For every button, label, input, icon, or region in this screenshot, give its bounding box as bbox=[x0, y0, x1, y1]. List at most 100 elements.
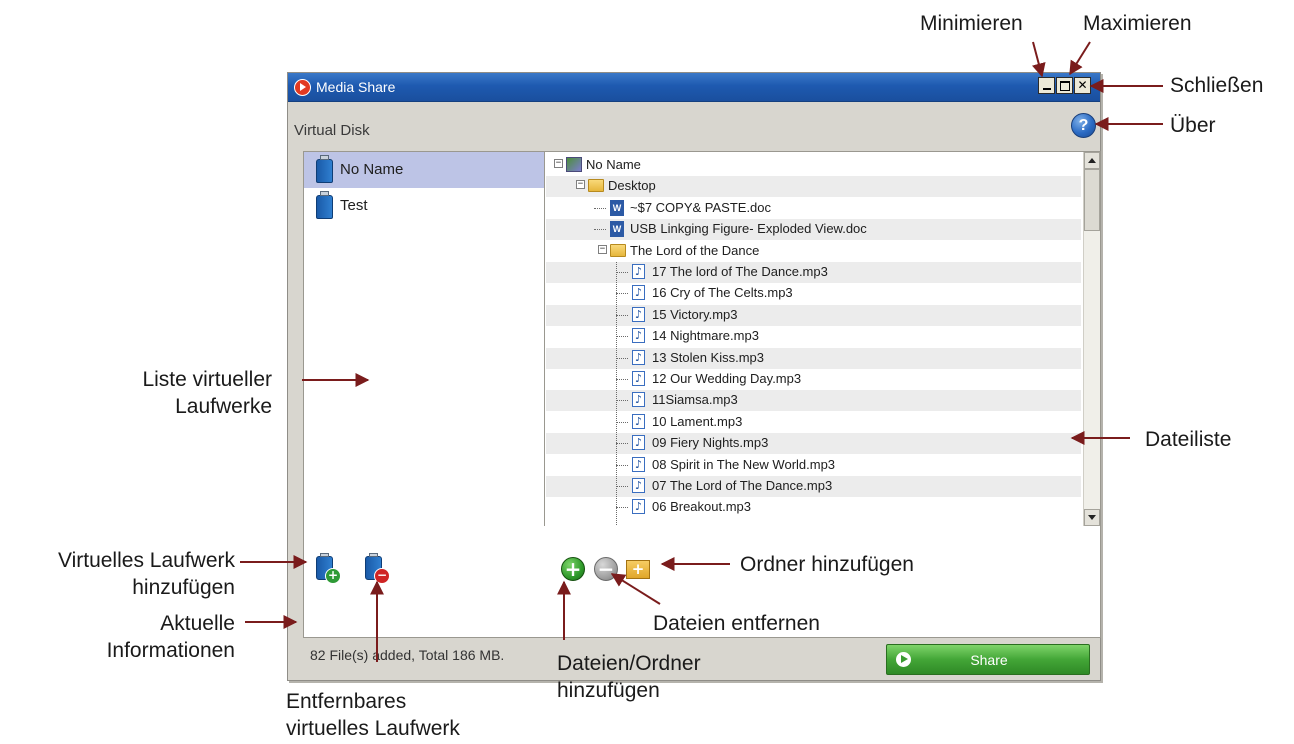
callout-line: Virtuelles Laufwerk bbox=[57, 549, 235, 572]
tree-connector bbox=[616, 293, 628, 295]
collapse-toggle-icon[interactable]: − bbox=[576, 180, 585, 190]
callout-about: Über bbox=[1170, 114, 1216, 137]
callout-line: Entfernbares bbox=[286, 690, 407, 713]
tree-label: 07 The Lord of The Dance.mp3 bbox=[652, 478, 833, 493]
tree-row[interactable]: USB Linkging Figure- Exploded View.doc bbox=[546, 219, 1081, 241]
remove-virtual-drive-button[interactable]: − bbox=[365, 553, 390, 584]
callout-add-files: Dateien/Ordner hinzufügen bbox=[557, 650, 701, 704]
callout-close: Schließen bbox=[1170, 74, 1264, 97]
usb-drive-icon bbox=[316, 155, 333, 183]
maximize-icon bbox=[1060, 81, 1070, 91]
close-icon: ✕ bbox=[1077, 78, 1088, 92]
tree-connector bbox=[594, 207, 606, 209]
tree-label: ~$7 COPY& PASTE.doc bbox=[630, 199, 772, 215]
callout-file-list: Dateiliste bbox=[1145, 428, 1232, 451]
minus-icon: − bbox=[597, 557, 615, 581]
callout-removable-drive: Entfernbares virtuelles Laufwerk bbox=[286, 688, 460, 742]
scroll-up-button[interactable] bbox=[1084, 152, 1100, 169]
scroll-down-button[interactable] bbox=[1084, 509, 1100, 526]
callout-line: Laufwerke bbox=[175, 395, 272, 418]
tree-row[interactable]: ♪ 06 Breakout.mp3 bbox=[546, 497, 1081, 518]
callout-line: hinzufügen bbox=[557, 679, 660, 702]
callout-drive-list: Liste virtueller Laufwerke bbox=[96, 366, 272, 420]
tree-connector bbox=[616, 464, 628, 466]
maximize-button[interactable] bbox=[1056, 77, 1073, 94]
tree-label: 17 The lord of The Dance.mp3 bbox=[652, 264, 828, 279]
share-label: Share bbox=[970, 652, 1008, 668]
music-note-icon: ♪ bbox=[632, 392, 645, 408]
tree-label: 06 Breakout.mp3 bbox=[652, 499, 752, 515]
drive-item[interactable]: No Name bbox=[304, 152, 544, 188]
tree-row[interactable]: ♪ 08 Spirit in The New World.mp3 bbox=[546, 455, 1081, 476]
music-note-icon: ♪ bbox=[632, 499, 645, 515]
plus-icon: + bbox=[325, 568, 341, 584]
tree-row[interactable]: ♪ 09 Fiery Nights.mp3 bbox=[546, 433, 1081, 455]
help-button[interactable]: ? bbox=[1071, 113, 1096, 138]
music-note-icon: ♪ bbox=[632, 306, 645, 322]
callout-remove-files: Dateien entfernen bbox=[653, 612, 820, 635]
status-text: 82 File(s) added, Total 186 MB. bbox=[310, 647, 505, 663]
collapse-toggle-icon[interactable]: − bbox=[598, 244, 607, 254]
tree-row[interactable]: ~$7 COPY& PASTE.doc bbox=[546, 198, 1081, 219]
music-note-icon: ♪ bbox=[632, 413, 645, 429]
folder-icon bbox=[588, 179, 604, 193]
tree-label: 11Siamsa.mp3 bbox=[652, 392, 738, 408]
tree-row[interactable]: ♪ 14 Nightmare.mp3 bbox=[546, 326, 1081, 347]
drive-item[interactable]: Test bbox=[304, 188, 544, 224]
music-note-icon: ♪ bbox=[632, 349, 645, 365]
music-note-icon: ♪ bbox=[632, 435, 645, 451]
music-note-icon: ♪ bbox=[632, 371, 645, 386]
tree-label: The Lord of the Dance bbox=[630, 242, 760, 258]
drive-icon bbox=[566, 157, 582, 172]
tree-row[interactable]: ♪ 13 Stolen Kiss.mp3 bbox=[546, 347, 1081, 369]
tree-row[interactable]: ♪ 10 Lament.mp3 bbox=[546, 412, 1081, 433]
add-files-button[interactable]: + bbox=[561, 557, 585, 581]
tree-connector bbox=[616, 272, 628, 273]
callout-current-info: Aktuelle Informationen bbox=[90, 610, 235, 664]
tree-connector bbox=[616, 421, 628, 423]
collapse-toggle-icon[interactable]: − bbox=[554, 159, 563, 168]
tree-connector bbox=[616, 314, 628, 316]
vertical-scrollbar[interactable] bbox=[1083, 152, 1100, 526]
tree-label: USB Linkging Figure- Exploded View.doc bbox=[630, 221, 867, 237]
content-panel: No Name Test −No Name−Desktop~$7 COPY& P… bbox=[303, 151, 1101, 638]
callout-maximize: Maximieren bbox=[1083, 12, 1192, 35]
tree-connector bbox=[616, 262, 617, 526]
callout-add-drive: Virtuelles Laufwerk hinzufügen bbox=[5, 547, 235, 601]
tree-label: 10 Lament.mp3 bbox=[652, 413, 743, 429]
tree-row[interactable]: ♪ 16 Cry of The Celts.mp3 bbox=[546, 283, 1081, 304]
music-note-icon: ♪ bbox=[632, 478, 645, 493]
tree-row[interactable]: ♪ 12 Our Wedding Day.mp3 bbox=[546, 369, 1081, 390]
file-list-tree[interactable]: −No Name−Desktop~$7 COPY& PASTE.doc USB L… bbox=[546, 152, 1100, 526]
word-document-icon bbox=[610, 221, 624, 238]
word-document-icon bbox=[610, 199, 624, 216]
drive-label: No Name bbox=[340, 161, 404, 178]
tree-connector bbox=[594, 229, 606, 231]
scroll-thumb[interactable] bbox=[1084, 169, 1100, 231]
tree-row[interactable]: − The Lord of the Dance bbox=[546, 241, 1081, 262]
tree-connector bbox=[616, 507, 628, 509]
tree-label: 16 Cry of The Celts.mp3 bbox=[652, 285, 793, 301]
tree-row[interactable]: ♪ 15 Victory.mp3 bbox=[546, 304, 1081, 326]
folder-icon bbox=[610, 243, 626, 257]
window-title: Media Share bbox=[316, 79, 396, 95]
share-button[interactable]: Share bbox=[886, 644, 1090, 675]
tree-row[interactable]: − Desktop bbox=[546, 176, 1081, 198]
tree-row[interactable]: ♪ 07 The Lord of The Dance.mp3 bbox=[546, 476, 1081, 497]
remove-files-button[interactable]: − bbox=[594, 557, 618, 581]
tree-label: 13 Stolen Kiss.mp3 bbox=[652, 349, 765, 365]
tree-row[interactable]: ♪ 17 The lord of The Dance.mp3 bbox=[546, 262, 1081, 283]
music-note-icon: ♪ bbox=[632, 285, 645, 301]
tree-row[interactable]: ♪ 11Siamsa.mp3 bbox=[546, 390, 1081, 412]
virtual-drive-list[interactable]: No Name Test bbox=[304, 152, 545, 526]
callout-line: hinzufügen bbox=[132, 576, 235, 599]
add-virtual-drive-button[interactable]: + bbox=[316, 553, 341, 584]
title-bar[interactable]: Media Share ✕ bbox=[288, 73, 1100, 102]
callout-line: virtuelles Laufwerk bbox=[286, 717, 460, 740]
tree-label: 09 Fiery Nights.mp3 bbox=[652, 435, 769, 451]
minimize-button[interactable] bbox=[1038, 77, 1055, 94]
tree-row[interactable]: − No Name bbox=[546, 155, 1081, 176]
close-button[interactable]: ✕ bbox=[1074, 77, 1091, 94]
add-folder-button[interactable]: + bbox=[626, 560, 650, 579]
callout-minimize: Minimieren bbox=[920, 12, 1023, 35]
